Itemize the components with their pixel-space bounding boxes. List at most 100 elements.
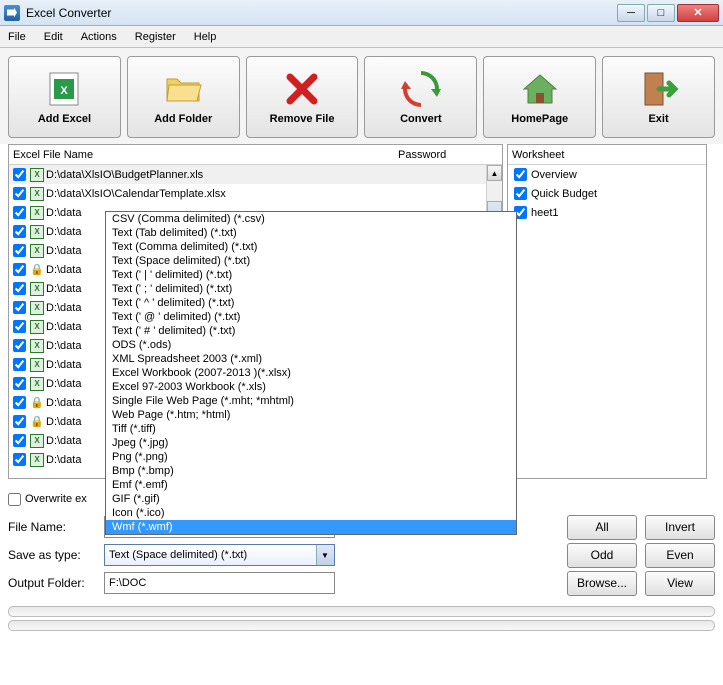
worksheet-checkbox[interactable] bbox=[514, 187, 527, 200]
worksheet-row[interactable]: Overview bbox=[508, 165, 706, 184]
dropdown-option[interactable]: Text (Comma delimited) (*.txt) bbox=[106, 240, 516, 254]
dropdown-option[interactable]: Tiff (*.tiff) bbox=[106, 422, 516, 436]
worksheet-row[interactable]: heet1 bbox=[508, 203, 706, 222]
file-checkbox[interactable] bbox=[13, 244, 26, 257]
menu-file[interactable]: File bbox=[8, 31, 26, 43]
xls-icon: X bbox=[30, 339, 44, 353]
file-checkbox[interactable] bbox=[13, 415, 26, 428]
file-checkbox[interactable] bbox=[13, 187, 26, 200]
file-checkbox[interactable] bbox=[13, 339, 26, 352]
file-checkbox[interactable] bbox=[13, 320, 26, 333]
worksheet-name: Quick Budget bbox=[531, 188, 597, 200]
dropdown-option[interactable]: Wmf (*.wmf) bbox=[106, 520, 516, 534]
file-checkbox[interactable] bbox=[13, 434, 26, 447]
saveastype-dropdown[interactable]: CSV (Comma delimited) (*.csv)Text (Tab d… bbox=[105, 211, 517, 535]
xls-icon: X bbox=[30, 168, 44, 182]
file-checkbox[interactable] bbox=[13, 301, 26, 314]
dropdown-option[interactable]: Web Page (*.htm; *html) bbox=[106, 408, 516, 422]
xls-icon: X bbox=[30, 358, 44, 372]
xls-icon: X bbox=[30, 244, 44, 258]
file-row[interactable]: XD:\data\XlsIO\CalendarTemplate.xlsx bbox=[9, 184, 502, 203]
file-name-text: D:\data bbox=[46, 454, 81, 466]
worksheet-name: Overview bbox=[531, 169, 577, 181]
file-checkbox[interactable] bbox=[13, 377, 26, 390]
worksheet-pane: Worksheet Overview Quick Budget heet1 bbox=[507, 144, 707, 479]
odd-button[interactable]: Odd bbox=[567, 543, 637, 568]
minimize-button[interactable]: ─ bbox=[617, 4, 645, 22]
excel-file-icon: X bbox=[44, 69, 84, 109]
dropdown-option[interactable]: Text (Space delimited) (*.txt) bbox=[106, 254, 516, 268]
file-row[interactable]: XD:\data\XlsIO\BudgetPlanner.xls bbox=[9, 165, 502, 184]
dropdown-option[interactable]: Text (Tab delimited) (*.txt) bbox=[106, 226, 516, 240]
dropdown-option[interactable]: Excel 97-2003 Workbook (*.xls) bbox=[106, 380, 516, 394]
dropdown-option[interactable]: Emf (*.emf) bbox=[106, 478, 516, 492]
xls-icon: X bbox=[30, 282, 44, 296]
menu-help[interactable]: Help bbox=[194, 31, 217, 43]
file-checkbox[interactable] bbox=[13, 263, 26, 276]
homepage-button[interactable]: HomePage bbox=[483, 56, 596, 138]
file-name-text: D:\data bbox=[46, 359, 81, 371]
file-name-text: D:\data bbox=[46, 245, 81, 257]
all-button[interactable]: All bbox=[567, 515, 637, 540]
dropdown-option[interactable]: Text (' @ ' delimited) (*.txt) bbox=[106, 310, 516, 324]
col-filename[interactable]: Excel File Name bbox=[13, 149, 398, 161]
dropdown-option[interactable]: Excel Workbook (2007-2013 )(*.xlsx) bbox=[106, 366, 516, 380]
menu-actions[interactable]: Actions bbox=[81, 31, 117, 43]
outputfolder-input[interactable] bbox=[104, 572, 335, 594]
file-checkbox[interactable] bbox=[13, 282, 26, 295]
menu-edit[interactable]: Edit bbox=[44, 31, 63, 43]
convert-icon bbox=[401, 69, 441, 109]
dropdown-option[interactable]: CSV (Comma delimited) (*.csv) bbox=[106, 212, 516, 226]
worksheet-checkbox[interactable] bbox=[514, 168, 527, 181]
convert-button[interactable]: Convert bbox=[364, 56, 477, 138]
worksheet-list[interactable]: Overview Quick Budget heet1 bbox=[508, 165, 706, 222]
worksheet-row[interactable]: Quick Budget bbox=[508, 184, 706, 203]
saveastype-combo[interactable]: Text (Space delimited) (*.txt) ▼ bbox=[104, 544, 335, 566]
close-button[interactable]: ✕ bbox=[677, 4, 719, 22]
dropdown-option[interactable]: Icon (*.ico) bbox=[106, 506, 516, 520]
file-checkbox[interactable] bbox=[13, 396, 26, 409]
outputfolder-label: Output Folder: bbox=[8, 576, 98, 590]
file-name-text: D:\data bbox=[46, 283, 81, 295]
dropdown-option[interactable]: Text (' | ' delimited) (*.txt) bbox=[106, 268, 516, 282]
dropdown-option[interactable]: Jpeg (*.jpg) bbox=[106, 436, 516, 450]
xls-icon: X bbox=[30, 206, 44, 220]
col-worksheet[interactable]: Worksheet bbox=[512, 149, 564, 161]
filename-label: File Name: bbox=[8, 520, 98, 534]
xls-icon: X bbox=[30, 377, 44, 391]
add-excel-button[interactable]: X Add Excel bbox=[8, 56, 121, 138]
worksheet-name: heet1 bbox=[531, 207, 559, 219]
menubar: File Edit Actions Register Help bbox=[0, 26, 723, 48]
even-button[interactable]: Even bbox=[645, 543, 715, 568]
invert-button[interactable]: Invert bbox=[645, 515, 715, 540]
add-folder-button[interactable]: Add Folder bbox=[127, 56, 240, 138]
xls-icon: X bbox=[30, 453, 44, 467]
browse-button[interactable]: Browse... bbox=[567, 571, 637, 596]
file-checkbox[interactable] bbox=[13, 225, 26, 238]
dropdown-option[interactable]: Bmp (*.bmp) bbox=[106, 464, 516, 478]
dropdown-option[interactable]: Text (' ^ ' delimited) (*.txt) bbox=[106, 296, 516, 310]
overwrite-checkbox[interactable]: Overwrite ex bbox=[8, 493, 87, 506]
remove-file-button[interactable]: Remove File bbox=[246, 56, 359, 138]
titlebar: Excel Converter ─ □ ✕ bbox=[0, 0, 723, 26]
dropdown-option[interactable]: Single File Web Page (*.mht; *mhtml) bbox=[106, 394, 516, 408]
file-checkbox[interactable] bbox=[13, 168, 26, 181]
file-checkbox[interactable] bbox=[13, 206, 26, 219]
saveastype-label: Save as type: bbox=[8, 548, 98, 562]
dropdown-option[interactable]: Text (' # ' delimited) (*.txt) bbox=[106, 324, 516, 338]
menu-register[interactable]: Register bbox=[135, 31, 176, 43]
file-checkbox[interactable] bbox=[13, 453, 26, 466]
progress-bar-2 bbox=[8, 620, 715, 631]
dropdown-option[interactable]: XML Spreadsheet 2003 (*.xml) bbox=[106, 352, 516, 366]
maximize-button[interactable]: □ bbox=[647, 4, 675, 22]
col-password[interactable]: Password bbox=[398, 149, 498, 161]
exit-button[interactable]: Exit bbox=[602, 56, 715, 138]
chevron-down-icon[interactable]: ▼ bbox=[316, 545, 334, 565]
scroll-up-icon[interactable]: ▲ bbox=[487, 165, 502, 181]
file-checkbox[interactable] bbox=[13, 358, 26, 371]
view-button[interactable]: View bbox=[645, 571, 715, 596]
dropdown-option[interactable]: Text (' ; ' delimited) (*.txt) bbox=[106, 282, 516, 296]
dropdown-option[interactable]: ODS (*.ods) bbox=[106, 338, 516, 352]
dropdown-option[interactable]: GIF (*.gif) bbox=[106, 492, 516, 506]
dropdown-option[interactable]: Png (*.png) bbox=[106, 450, 516, 464]
